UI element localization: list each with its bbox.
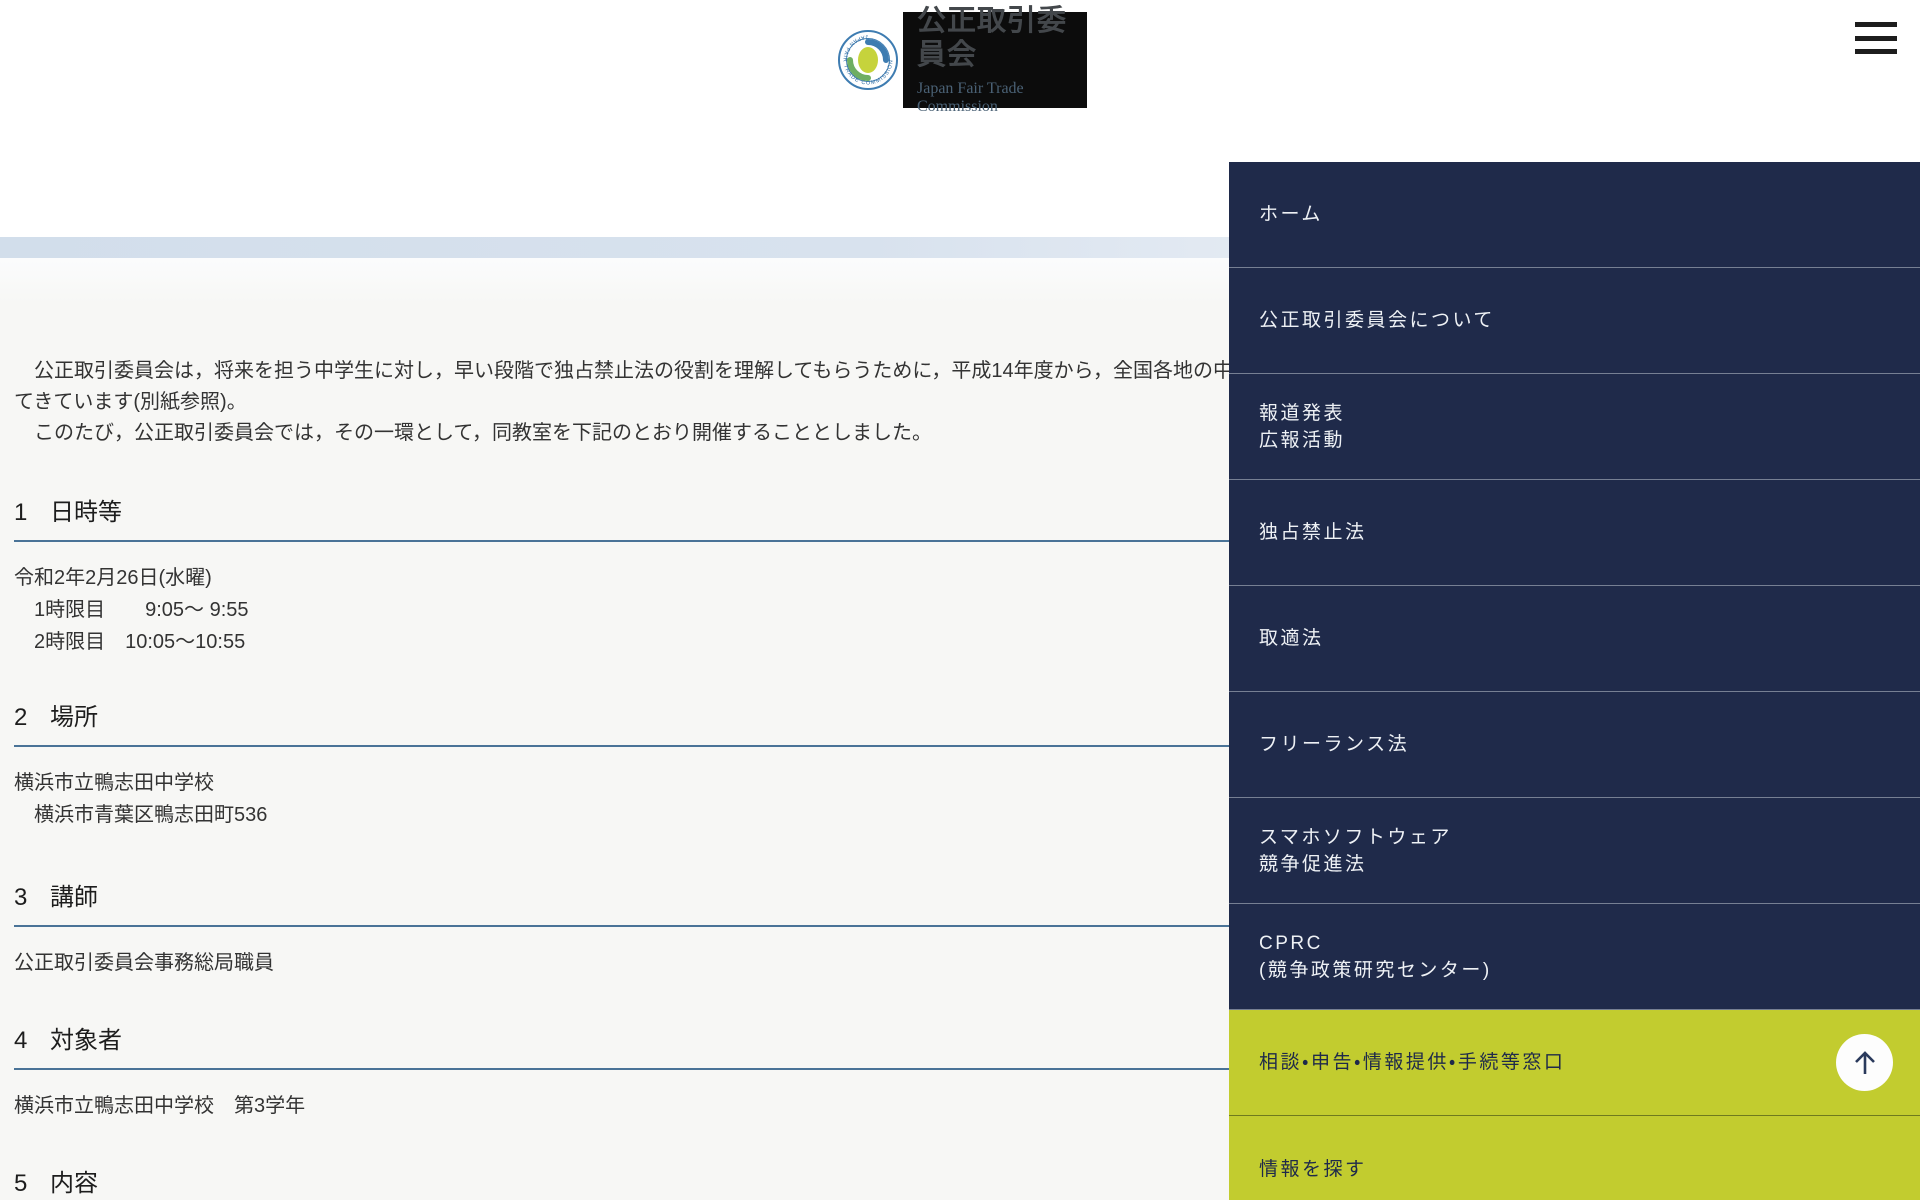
sidebar-item-home[interactable]: ホーム	[1229, 162, 1920, 268]
section-divider	[14, 745, 1250, 747]
section-heading: 5 内容	[14, 1170, 98, 1197]
section-heading: 1 日時等	[14, 499, 122, 526]
intro-line: てきています(別紙参照)。	[14, 391, 247, 413]
sidebar-item-freelance[interactable]: フリーランス法	[1229, 692, 1920, 798]
jftc-emblem-icon: JAPAN FAIR TRADE COMMISSION	[833, 12, 903, 108]
section-body: 公正取引委員会事務総局職員	[14, 952, 274, 974]
section-lecturer: 3 講師 公正取引委員会事務総局職員	[14, 883, 1254, 974]
hamburger-menu-icon[interactable]	[1855, 22, 1897, 54]
section-heading: 3 講師	[14, 884, 98, 911]
section-place: 2 場所 横浜市立鴨志田中学校 横浜市青葉区鴨志田町536	[14, 703, 1254, 826]
intro-line: このたび，公正取引委員会では，その一環として，同教室を下記のとおり開催することと…	[14, 422, 932, 444]
intro-paragraph: 公正取引委員会は，将来を担う中学生に対し，早い段階で独占禁止法の役割を理解しても…	[14, 356, 1273, 449]
section-contents: 5 内容	[14, 1169, 1254, 1199]
sidebar-item-subcontract[interactable]: 取適法	[1229, 586, 1920, 692]
sidebar-item-smartphone[interactable]: スマホソフトウェア 競争促進法	[1229, 798, 1920, 904]
section-divider	[14, 1068, 1250, 1070]
scroll-to-top-button[interactable]	[1836, 1034, 1893, 1091]
sidebar-item-search-info[interactable]: 情報を探す	[1229, 1116, 1920, 1200]
slide-menu: ホーム 公正取引委員会について 報道発表 広報活動 独占禁止法 取適法 フリーラ…	[1229, 162, 1920, 1200]
section-divider	[14, 540, 1250, 542]
intro-line: 公正取引委員会は，将来を担う中学生に対し，早い段階で独占禁止法の役割を理解しても…	[14, 360, 1274, 382]
section-audience: 4 対象者 横浜市立鴨志田中学校 第3学年	[14, 1026, 1254, 1117]
sidebar-item-consultation[interactable]: 相談・申告・情報提供・手続等窓口	[1229, 1010, 1920, 1116]
section-divider	[14, 925, 1250, 927]
logo-title-en: Japan Fair Trade Commission	[917, 80, 1024, 115]
section-body: 令和2年2月26日(水曜) 1時限目 9:05～ 9:55 2時限目 10:05…	[14, 567, 249, 653]
section-body: 横浜市立鴨志田中学校 横浜市青葉区鴨志田町536	[14, 772, 268, 826]
section-heading: 4 対象者	[14, 1027, 122, 1054]
page: JAPAN FAIR TRADE COMMISSION 公正取引委員会 Japa…	[0, 0, 1920, 1200]
section-heading: 2 場所	[14, 704, 98, 731]
sidebar-item-press[interactable]: 報道発表 広報活動	[1229, 374, 1920, 480]
sidebar-item-about[interactable]: 公正取引委員会について	[1229, 268, 1920, 374]
jftc-logo[interactable]: JAPAN FAIR TRADE COMMISSION 公正取引委員会 Japa…	[833, 5, 1087, 115]
sidebar-item-cprc[interactable]: CPRC (競争政策研究センター)	[1229, 904, 1920, 1010]
up-arrow-icon	[1854, 1050, 1875, 1074]
sidebar-item-antimonopoly[interactable]: 独占禁止法	[1229, 480, 1920, 586]
logo-title-jp: 公正取引委員会	[917, 5, 1068, 71]
section-datetime: 1 日時等 令和2年2月26日(水曜) 1時限目 9:05～ 9:55 2時限目 …	[14, 498, 1254, 653]
section-body: 横浜市立鴨志田中学校 第3学年	[14, 1095, 306, 1117]
